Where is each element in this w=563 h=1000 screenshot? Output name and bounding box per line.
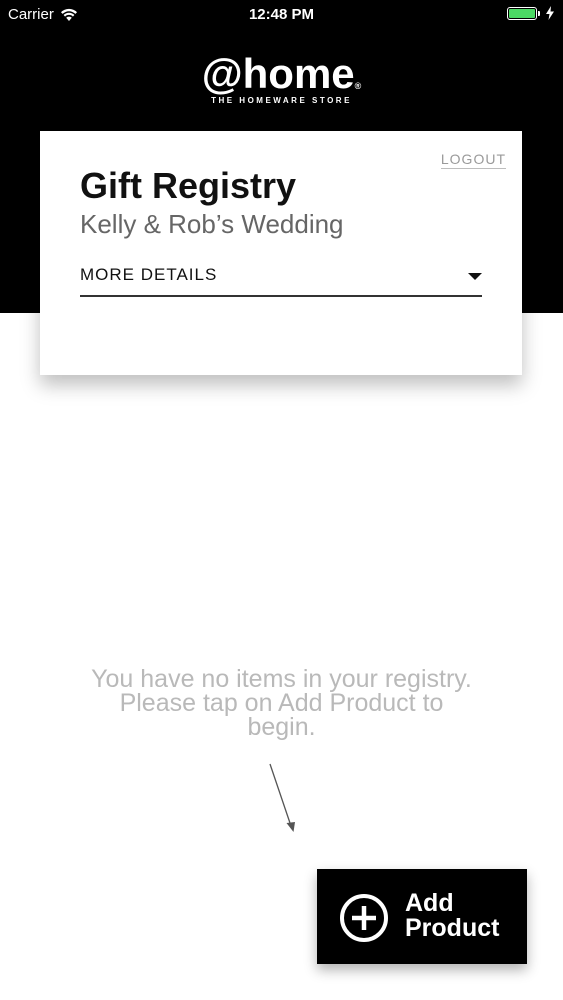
- battery-fill: [509, 8, 535, 18]
- status-bar: Carrier 12:48 PM: [0, 0, 563, 30]
- more-details-dropdown[interactable]: MORE DETAILS: [80, 263, 482, 297]
- charging-bolt-icon: [546, 6, 554, 20]
- logout-link[interactable]: LOGOUT: [440, 151, 506, 169]
- store-logo: @home® THE HOMEWARE STORE: [0, 52, 563, 106]
- logo-registered-mark: ®: [354, 81, 362, 91]
- empty-state-message: You have no items in your registry. Plea…: [91, 665, 472, 741]
- status-time: 12:48 PM: [248, 6, 315, 23]
- add-label-line2: Product: [405, 914, 500, 942]
- logo-tagline: THE HOMEWARE STORE: [211, 96, 352, 105]
- battery-icon: [507, 6, 540, 20]
- page-title: Gift Registry: [80, 165, 297, 206]
- logo-text: @home: [201, 50, 355, 97]
- status-right-group: [507, 6, 555, 20]
- logo-wordmark: @home®: [0, 52, 563, 96]
- hint-arrow-icon: [269, 763, 295, 832]
- add-product-label: Add Product: [405, 891, 525, 941]
- registry-subtitle: Kelly & Rob’s Wedding: [80, 209, 344, 239]
- add-product-button[interactable]: Add Product: [317, 869, 527, 964]
- more-details-label: MORE DETAILS: [80, 265, 218, 284]
- caret-down-icon: [468, 273, 482, 280]
- plus-circle-icon: [340, 894, 388, 942]
- add-label-line1: Add: [405, 889, 454, 917]
- registry-card: LOGOUT Gift Registry Kelly & Rob’s Weddi…: [40, 131, 522, 375]
